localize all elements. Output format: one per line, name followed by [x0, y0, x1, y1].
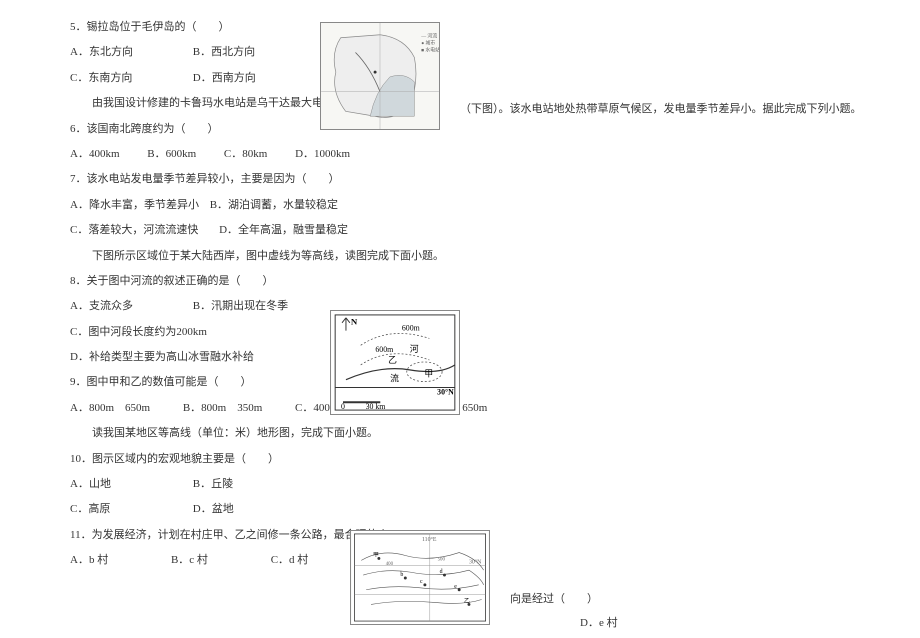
- svg-text:■ 水电站: ■ 水电站: [421, 46, 439, 53]
- q5-stem: 5．锡拉岛位于毛伊岛的（ ）: [70, 20, 850, 35]
- q6-options: A．400km B．600km C．80km D．1000km: [70, 147, 850, 162]
- q10-option-b: B．丘陵: [193, 477, 233, 492]
- q7-option-b: B．湖泊调蓄，水量较稳定: [210, 198, 338, 213]
- svg-text:— 河流: — 河流: [420, 33, 437, 40]
- q10-option-a: A．山地: [70, 477, 190, 492]
- svg-text:400: 400: [386, 562, 394, 567]
- svg-text:乙: 乙: [388, 355, 397, 365]
- q8-option-d: D．补给类型主要为高山冰雪融水补给: [70, 350, 850, 365]
- q9-option-b: B．800m 350m: [183, 401, 262, 416]
- q5-option-d: D．西南方向: [193, 71, 256, 86]
- intro-contour: 读我国某地区等高线（单位：米）地形图，完成下面小题。: [70, 426, 850, 441]
- svg-text:500: 500: [438, 557, 446, 562]
- q11-option-b: B．c 村: [171, 553, 208, 568]
- q9-stem: 9．图中甲和乙的数值可能是（ ）: [70, 375, 850, 390]
- q10-options-row1: A．山地 B．丘陵: [70, 477, 850, 492]
- q6-option-a: A．400km: [70, 147, 120, 162]
- svg-text:N: N: [351, 317, 358, 327]
- q11-option-c: C．d 村: [271, 553, 309, 568]
- q7-stem: 7．该水电站发电量季节差异较小，主要是因为（ ）: [70, 172, 850, 187]
- svg-text:乙: 乙: [464, 597, 470, 604]
- q9-option-a: A．800m 650m: [70, 401, 150, 416]
- svg-text:流: 流: [390, 373, 399, 384]
- q5-option-a: A．东北方向: [70, 45, 190, 60]
- q5-option-c: C．东南方向: [70, 71, 190, 86]
- q8-stem: 8．关于图中河流的叙述正确的是（ ）: [70, 274, 850, 289]
- q6-option-b: B．600km: [147, 147, 196, 162]
- svg-text:30°N: 30°N: [437, 387, 454, 396]
- q7-options-row2: C．落差较大，河流流速快 D．全年高温，融雪量稳定: [70, 223, 850, 238]
- svg-text:e: e: [454, 584, 457, 590]
- q5-option-b: B．西北方向: [193, 45, 255, 60]
- intro-coast: 下图所示区域位于某大陆西岸，图中虚线为等高线，读图完成下面小题。: [70, 249, 850, 264]
- svg-text:30 km: 30 km: [366, 402, 386, 411]
- svg-text:600m: 600m: [375, 345, 393, 354]
- q6-option-c: C．80km: [224, 147, 267, 162]
- svg-text:● 城市: ● 城市: [421, 40, 435, 47]
- q10-option-d: D．盆地: [193, 502, 234, 517]
- svg-text:c: c: [420, 579, 423, 585]
- q9-options: A．800m 650m B．800m 350m C．400m 550m D．40…: [70, 401, 850, 416]
- q7-options-row1: A．降水丰富，季节差异小 B．湖泊调蓄，水量较稳定: [70, 198, 850, 213]
- svg-text:110°E: 110°E: [422, 536, 437, 543]
- q5-options-row2: C．东南方向 D．西南方向: [70, 71, 850, 86]
- q7-option-c: C．落差较大，河流流速快: [70, 223, 198, 238]
- q7-option-d: D．全年高温，融雪量稳定: [219, 223, 348, 238]
- q10-option-c: C．高原: [70, 502, 190, 517]
- svg-text:河: 河: [410, 343, 419, 354]
- topography-figure: 110°E 30°N 甲 b c d e 乙 400 500: [350, 530, 490, 625]
- q8-option-b: B．汛期出现在冬季: [193, 299, 288, 314]
- svg-text:30°N: 30°N: [469, 558, 482, 565]
- svg-text:甲: 甲: [424, 369, 433, 379]
- svg-text:600m: 600m: [402, 324, 420, 333]
- svg-text:d: d: [440, 569, 443, 575]
- q10-options-row2: C．高原 D．盆地: [70, 502, 850, 517]
- svg-text:b: b: [400, 572, 403, 578]
- q11-stem-continued: 向是经过（ ）: [510, 592, 598, 607]
- q8-option-a: A．支流众多: [70, 299, 190, 314]
- q11-option-d: D．e 村: [580, 616, 618, 631]
- q6-stem: 6．该国南北跨度约为（ ）: [70, 122, 850, 137]
- svg-text:0: 0: [341, 402, 345, 411]
- q11-option-a: A．b 村: [70, 553, 108, 568]
- uganda-map-figure: — 河流 ● 城市 ■ 水电站: [320, 22, 440, 130]
- q10-stem: 10．图示区域内的宏观地貌主要是（ ）: [70, 452, 850, 467]
- q7-option-a: A．降水丰富，季节差异小: [70, 198, 199, 213]
- q8-options-row1: A．支流众多 B．汛期出现在冬季: [70, 299, 850, 314]
- q5-options-row1: A．东北方向 B．西北方向: [70, 45, 850, 60]
- contour-river-figure: N 600m 600m 乙 河 流 甲 30°N 0 30 km: [330, 310, 460, 415]
- svg-text:甲: 甲: [373, 551, 379, 558]
- intro-uganda-continued: （下图）。该水电站地处热带草原气候区，发电量季节差异小。据此完成下列小题。: [460, 102, 862, 117]
- q8-option-c: C．图中河段长度约为200km: [70, 325, 850, 340]
- q6-option-d: D．1000km: [295, 147, 350, 162]
